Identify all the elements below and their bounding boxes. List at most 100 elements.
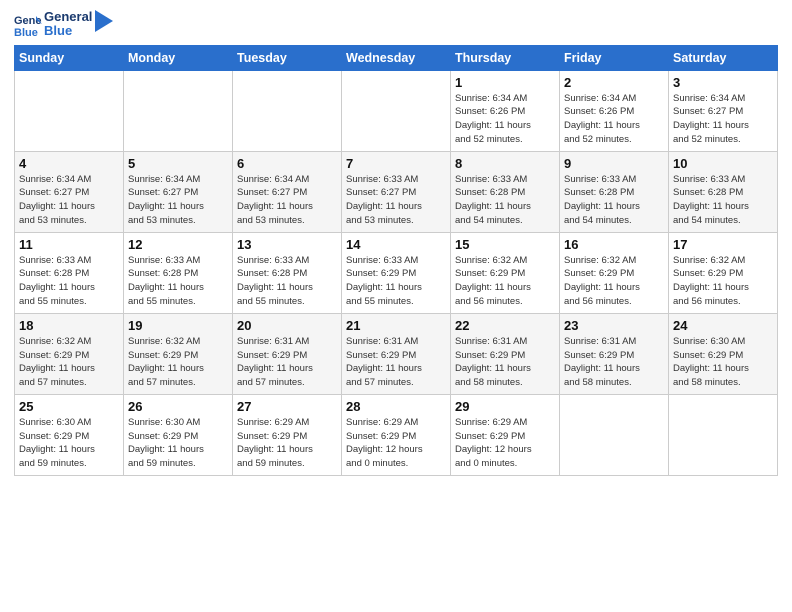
calendar-cell: 1 Sunrise: 6:34 AM Sunset: 6:26 PM Daylig… [451, 70, 560, 151]
day-number: 27 [237, 399, 337, 414]
calendar-cell: 5 Sunrise: 6:34 AM Sunset: 6:27 PM Daylig… [124, 151, 233, 232]
day-info: Sunrise: 6:31 AM Sunset: 6:29 PM Dayligh… [346, 335, 446, 390]
day-number: 25 [19, 399, 119, 414]
calendar-cell: 19 Sunrise: 6:32 AM Sunset: 6:29 PM Dayli… [124, 313, 233, 394]
day-info: Sunrise: 6:34 AM Sunset: 6:27 PM Dayligh… [673, 92, 773, 147]
day-number: 12 [128, 237, 228, 252]
day-number: 3 [673, 75, 773, 90]
header-day: Tuesday [233, 45, 342, 70]
day-info: Sunrise: 6:30 AM Sunset: 6:29 PM Dayligh… [128, 416, 228, 471]
calendar-cell: 21 Sunrise: 6:31 AM Sunset: 6:29 PM Dayli… [342, 313, 451, 394]
page-header: General Blue General Blue [14, 10, 778, 39]
day-info: Sunrise: 6:32 AM Sunset: 6:29 PM Dayligh… [19, 335, 119, 390]
day-number: 26 [128, 399, 228, 414]
day-info: Sunrise: 6:32 AM Sunset: 6:29 PM Dayligh… [673, 254, 773, 309]
day-info: Sunrise: 6:34 AM Sunset: 6:27 PM Dayligh… [237, 173, 337, 228]
header-day: Wednesday [342, 45, 451, 70]
calendar-cell: 26 Sunrise: 6:30 AM Sunset: 6:29 PM Dayli… [124, 394, 233, 475]
day-number: 2 [564, 75, 664, 90]
day-number: 11 [19, 237, 119, 252]
header-row: SundayMondayTuesdayWednesdayThursdayFrid… [15, 45, 778, 70]
day-number: 28 [346, 399, 446, 414]
header-day: Friday [560, 45, 669, 70]
day-info: Sunrise: 6:33 AM Sunset: 6:29 PM Dayligh… [346, 254, 446, 309]
day-number: 17 [673, 237, 773, 252]
calendar-cell: 24 Sunrise: 6:30 AM Sunset: 6:29 PM Dayli… [669, 313, 778, 394]
day-number: 1 [455, 75, 555, 90]
calendar-cell: 2 Sunrise: 6:34 AM Sunset: 6:26 PM Daylig… [560, 70, 669, 151]
day-info: Sunrise: 6:33 AM Sunset: 6:28 PM Dayligh… [564, 173, 664, 228]
day-info: Sunrise: 6:32 AM Sunset: 6:29 PM Dayligh… [455, 254, 555, 309]
day-info: Sunrise: 6:31 AM Sunset: 6:29 PM Dayligh… [564, 335, 664, 390]
day-info: Sunrise: 6:34 AM Sunset: 6:27 PM Dayligh… [19, 173, 119, 228]
day-info: Sunrise: 6:32 AM Sunset: 6:29 PM Dayligh… [128, 335, 228, 390]
day-number: 7 [346, 156, 446, 171]
day-number: 9 [564, 156, 664, 171]
calendar-cell: 7 Sunrise: 6:33 AM Sunset: 6:27 PM Daylig… [342, 151, 451, 232]
day-info: Sunrise: 6:33 AM Sunset: 6:28 PM Dayligh… [673, 173, 773, 228]
day-number: 10 [673, 156, 773, 171]
calendar-cell: 18 Sunrise: 6:32 AM Sunset: 6:29 PM Dayli… [15, 313, 124, 394]
logo-arrow-icon [95, 10, 113, 32]
day-number: 13 [237, 237, 337, 252]
day-number: 6 [237, 156, 337, 171]
day-info: Sunrise: 6:31 AM Sunset: 6:29 PM Dayligh… [455, 335, 555, 390]
day-number: 18 [19, 318, 119, 333]
calendar-cell: 22Sunrise: 6:31 AM Sunset: 6:29 PM Dayli… [451, 313, 560, 394]
logo-general: General [44, 10, 92, 24]
calendar-cell: 6 Sunrise: 6:34 AM Sunset: 6:27 PM Daylig… [233, 151, 342, 232]
day-number: 8 [455, 156, 555, 171]
calendar-cell: 15 Sunrise: 6:32 AM Sunset: 6:29 PM Dayli… [451, 232, 560, 313]
header-day: Thursday [451, 45, 560, 70]
calendar-table: SundayMondayTuesdayWednesdayThursdayFrid… [14, 45, 778, 476]
calendar-cell: 8 Sunrise: 6:33 AM Sunset: 6:28 PM Daylig… [451, 151, 560, 232]
header-day: Monday [124, 45, 233, 70]
day-info: Sunrise: 6:31 AM Sunset: 6:29 PM Dayligh… [237, 335, 337, 390]
day-info: Sunrise: 6:32 AM Sunset: 6:29 PM Dayligh… [564, 254, 664, 309]
calendar-cell: 12 Sunrise: 6:33 AM Sunset: 6:28 PM Dayli… [124, 232, 233, 313]
header-day: Sunday [15, 45, 124, 70]
logo: General Blue General Blue [14, 10, 113, 39]
calendar-cell [124, 70, 233, 151]
day-number: 24 [673, 318, 773, 333]
day-number: 4 [19, 156, 119, 171]
day-number: 21 [346, 318, 446, 333]
calendar-cell: 27 Sunrise: 6:29 AM Sunset: 6:29 PM Dayli… [233, 394, 342, 475]
calendar-cell: 17 Sunrise: 6:32 AM Sunset: 6:29 PM Dayli… [669, 232, 778, 313]
day-number: 19 [128, 318, 228, 333]
day-info: Sunrise: 6:30 AM Sunset: 6:29 PM Dayligh… [673, 335, 773, 390]
calendar-week: 1 Sunrise: 6:34 AM Sunset: 6:26 PM Daylig… [15, 70, 778, 151]
day-info: Sunrise: 6:33 AM Sunset: 6:28 PM Dayligh… [237, 254, 337, 309]
day-info: Sunrise: 6:33 AM Sunset: 6:28 PM Dayligh… [128, 254, 228, 309]
day-number: 16 [564, 237, 664, 252]
calendar-cell: 13 Sunrise: 6:33 AM Sunset: 6:28 PM Dayli… [233, 232, 342, 313]
day-info: Sunrise: 6:33 AM Sunset: 6:27 PM Dayligh… [346, 173, 446, 228]
logo-icon: General Blue [14, 10, 42, 38]
day-number: 15 [455, 237, 555, 252]
day-number: 20 [237, 318, 337, 333]
calendar-cell: 20 Sunrise: 6:31 AM Sunset: 6:29 PM Dayli… [233, 313, 342, 394]
day-info: Sunrise: 6:34 AM Sunset: 6:26 PM Dayligh… [564, 92, 664, 147]
calendar-week: 11 Sunrise: 6:33 AM Sunset: 6:28 PM Dayli… [15, 232, 778, 313]
day-info: Sunrise: 6:33 AM Sunset: 6:28 PM Dayligh… [455, 173, 555, 228]
calendar-cell [15, 70, 124, 151]
day-number: 5 [128, 156, 228, 171]
calendar-cell [233, 70, 342, 151]
day-info: Sunrise: 6:29 AM Sunset: 6:29 PM Dayligh… [455, 416, 555, 471]
calendar-cell [669, 394, 778, 475]
calendar-cell: 28 Sunrise: 6:29 AM Sunset: 6:29 PM Dayli… [342, 394, 451, 475]
day-info: Sunrise: 6:30 AM Sunset: 6:29 PM Dayligh… [19, 416, 119, 471]
day-info: Sunrise: 6:29 AM Sunset: 6:29 PM Dayligh… [346, 416, 446, 471]
calendar-cell [342, 70, 451, 151]
calendar-cell: 4 Sunrise: 6:34 AM Sunset: 6:27 PM Daylig… [15, 151, 124, 232]
day-info: Sunrise: 6:34 AM Sunset: 6:27 PM Dayligh… [128, 173, 228, 228]
calendar-cell: 9 Sunrise: 6:33 AM Sunset: 6:28 PM Daylig… [560, 151, 669, 232]
svg-text:Blue: Blue [14, 27, 38, 38]
day-info: Sunrise: 6:29 AM Sunset: 6:29 PM Dayligh… [237, 416, 337, 471]
calendar-week: 4 Sunrise: 6:34 AM Sunset: 6:27 PM Daylig… [15, 151, 778, 232]
calendar-week: 25 Sunrise: 6:30 AM Sunset: 6:29 PM Dayli… [15, 394, 778, 475]
day-info: Sunrise: 6:34 AM Sunset: 6:26 PM Dayligh… [455, 92, 555, 147]
header-day: Saturday [669, 45, 778, 70]
calendar-week: 18 Sunrise: 6:32 AM Sunset: 6:29 PM Dayli… [15, 313, 778, 394]
day-info: Sunrise: 6:33 AM Sunset: 6:28 PM Dayligh… [19, 254, 119, 309]
